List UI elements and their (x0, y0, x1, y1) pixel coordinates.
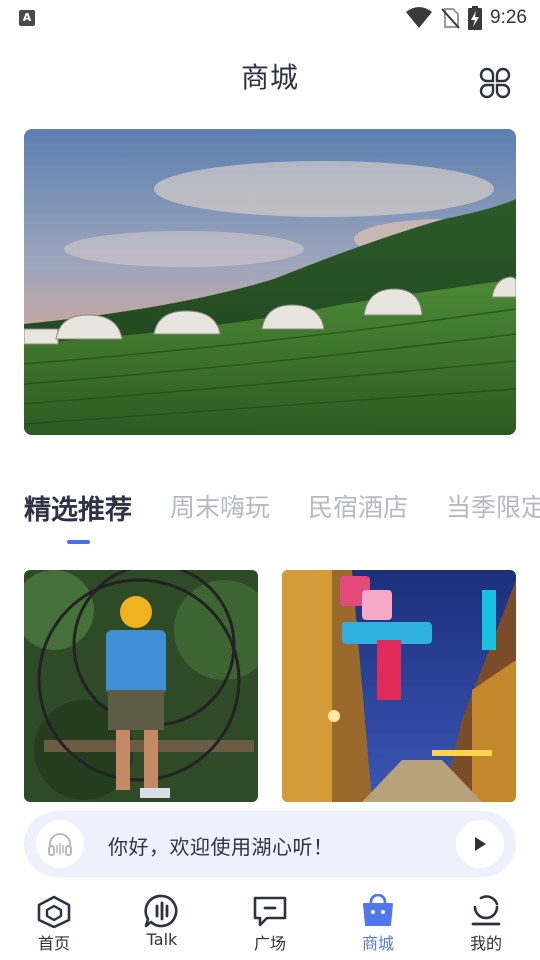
headphones-icon (48, 833, 72, 856)
talk-icon (144, 894, 178, 928)
notification-icon: A (19, 10, 35, 26)
nav-profile[interactable]: 我的 (446, 894, 526, 958)
nav-square[interactable]: 广场 (230, 894, 310, 958)
nav-square-label: 广场 (253, 934, 286, 953)
play-icon (475, 837, 486, 851)
wifi-icon (406, 7, 433, 28)
nav-mall[interactable]: 商城 (338, 894, 418, 958)
headphones-button[interactable] (36, 820, 84, 868)
status-bar: A 9:26 (0, 0, 540, 36)
assistant-greeting: 你好，欢迎使用湖心听！ (108, 835, 334, 859)
grid-menu-icon[interactable] (478, 66, 512, 100)
nav-mall-label: 商城 (361, 934, 394, 953)
bottom-nav: 首页 Talk 广场 商城 我的 (0, 890, 540, 960)
nav-home[interactable]: 首页 (14, 894, 94, 958)
home-icon (37, 895, 71, 928)
play-button[interactable] (456, 820, 504, 868)
category-tabs: 精选推荐 周末嗨玩 民宿酒店 当季限定 (24, 488, 540, 548)
nav-profile-label: 我的 (469, 934, 502, 953)
tab-homestay[interactable]: 民宿酒店 (308, 488, 408, 548)
no-sim-icon (441, 8, 460, 29)
mall-icon (363, 894, 393, 926)
nav-talk[interactable]: Talk (122, 894, 202, 958)
header: 商城 (0, 46, 540, 106)
tab-seasonal[interactable]: 当季限定 (446, 488, 540, 548)
tab-featured[interactable]: 精选推荐 (24, 488, 132, 548)
product-card[interactable] (282, 570, 516, 802)
nav-home-label: 首页 (37, 934, 70, 953)
status-icons: 9:26 (406, 6, 527, 30)
status-time: 9:26 (490, 7, 527, 28)
voice-assistant-bar[interactable]: 你好，欢迎使用湖心听！ (24, 811, 516, 877)
page-title: 商城 (240, 61, 299, 94)
tab-weekend[interactable]: 周末嗨玩 (170, 488, 270, 548)
square-icon (253, 896, 287, 927)
banner-image[interactable] (24, 129, 516, 435)
nav-talk-label: Talk (146, 930, 178, 949)
battery-charging-icon (468, 6, 483, 30)
profile-icon (471, 895, 501, 926)
tab-indicator (67, 540, 90, 544)
product-card[interactable] (24, 570, 258, 802)
